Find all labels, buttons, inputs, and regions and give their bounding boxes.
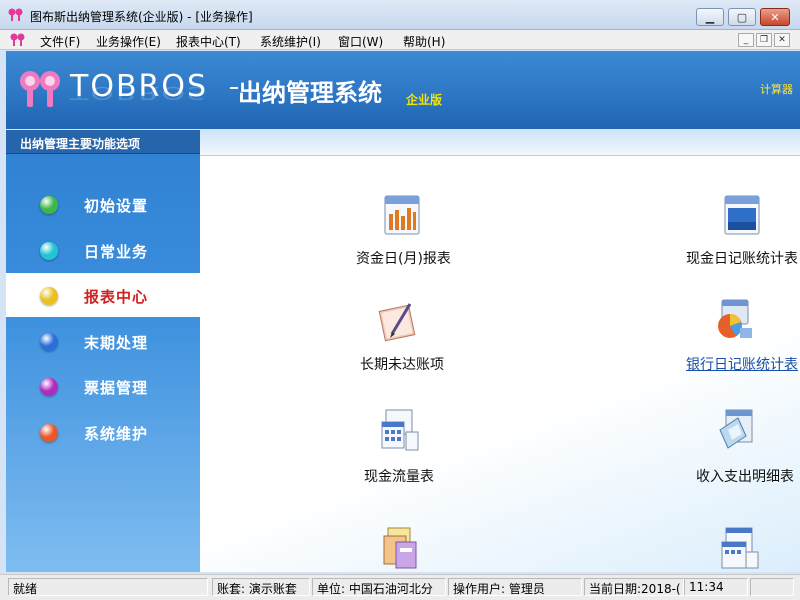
window-title: 图布斯出纳管理系统(企业版) - [业务操作] xyxy=(30,10,253,24)
status-state: 就绪 xyxy=(8,578,208,596)
menu-reports[interactable]: 报表中心(T) xyxy=(176,33,241,50)
status-bar: 就绪 账套: 演示账套 单位: 中国石油河北分 操作用户: 管理员 当前日期:2… xyxy=(0,574,800,600)
status-user: 操作用户: 管理员 xyxy=(448,578,582,596)
status-time: 11:34 xyxy=(684,578,748,596)
status-date: 当前日期:2018-( xyxy=(584,578,684,596)
function-label[interactable]: 现金日记账统计表 xyxy=(686,248,798,268)
maximize-button[interactable]: ▢ xyxy=(728,8,756,26)
edition-label: 企业版 xyxy=(406,93,443,107)
title-bar: 图布斯出纳管理系统(企业版) - [业务操作] ▁ ▢ ✕ xyxy=(0,0,800,30)
menu-file[interactable]: 文件(F) xyxy=(40,33,80,50)
minimize-button[interactable]: ▁ xyxy=(696,8,724,26)
mdi-restore-button[interactable]: ❐ xyxy=(756,33,772,47)
cash-journal-icon[interactable] xyxy=(722,192,762,236)
close-button[interactable]: ✕ xyxy=(760,8,790,26)
calendar-stack-icon-2[interactable] xyxy=(720,526,760,570)
function-label[interactable]: 资金日(月)报表 xyxy=(356,248,451,268)
sidebar-header-label: 出纳管理主要功能选项 xyxy=(20,137,141,151)
nav-orb-icon xyxy=(40,423,58,442)
calendar-stack-icon[interactable] xyxy=(380,408,420,452)
function-label[interactable]: 长期未达账项 xyxy=(360,354,444,374)
sidebar-item-period-end[interactable]: 末期处理 xyxy=(6,319,200,363)
sidebar: 出纳管理主要功能选项 初始设置日常业务报表中心末期处理票据管理系统维护 xyxy=(6,130,200,572)
close-icon: ✕ xyxy=(770,10,780,24)
sidebar-item-daily-business[interactable]: 日常业务 xyxy=(6,228,200,272)
sidebar-item-label: 系统维护 xyxy=(84,424,149,443)
sidebar-item-report-center[interactable]: 报表中心 xyxy=(6,273,200,317)
menu-help[interactable]: 帮助(H) xyxy=(403,33,445,50)
nav-orb-icon xyxy=(40,287,58,305)
menu-window[interactable]: 窗口(W) xyxy=(338,33,383,50)
sidebar-header: 出纳管理主要功能选项 xyxy=(6,130,200,154)
bank-journal-icon[interactable] xyxy=(714,298,754,342)
content-tab-bar xyxy=(200,130,800,156)
mdi-app-icon[interactable] xyxy=(10,33,26,47)
brand-reflection: TOBROS xyxy=(70,82,209,103)
function-label[interactable]: 收入支出明细表 xyxy=(696,466,794,486)
sidebar-item-label: 票据管理 xyxy=(84,379,149,397)
calculator-link[interactable]: 计算器 xyxy=(760,81,793,97)
sidebar-item-label: 报表中心 xyxy=(84,288,149,306)
nav-orb-icon xyxy=(40,196,58,214)
minimize-icon: ▁ xyxy=(705,10,715,24)
menu-business[interactable]: 业务操作(E) xyxy=(96,33,161,50)
sidebar-item-system-maintenance[interactable]: 系统维护 xyxy=(6,410,200,454)
nav-orb-icon xyxy=(40,241,58,260)
function-label[interactable]: 银行日记账统计表 xyxy=(686,354,798,374)
nav-orb-icon xyxy=(40,332,58,351)
app-banner: TOBROS TOBROS 出纳管理系统 企业版 计算器 xyxy=(6,51,800,129)
menu-bar: 文件(F) 业务操作(E) 报表中心(T) 系统维护(I) 窗口(W) 帮助(H… xyxy=(0,30,800,50)
mdi-minimize-button[interactable]: _ xyxy=(738,33,754,47)
income-expense-icon[interactable] xyxy=(716,408,756,452)
status-account: 账套: 演示账套 xyxy=(212,578,310,596)
brand-dash xyxy=(230,87,238,89)
document-stack-icon[interactable] xyxy=(380,526,420,570)
status-unit: 单位: 中国石油河北分 xyxy=(312,578,446,596)
tobros-logo-icon xyxy=(20,71,60,107)
sidebar-item-bills[interactable]: 票据管理 xyxy=(6,364,200,408)
app-logo-icon xyxy=(8,8,23,21)
sidebar-item-label: 日常业务 xyxy=(84,242,149,261)
maximize-icon: ▢ xyxy=(736,10,748,24)
menu-maintenance[interactable]: 系统维护(I) xyxy=(260,33,321,50)
status-extra xyxy=(750,578,794,596)
pen-paper-icon[interactable] xyxy=(378,298,418,342)
mdi-close-button[interactable]: ✕ xyxy=(774,33,790,47)
sidebar-item-initial-setup[interactable]: 初始设置 xyxy=(6,182,200,226)
product-name: 出纳管理系统 xyxy=(238,79,382,107)
bar-report-icon[interactable] xyxy=(382,192,422,236)
sidebar-item-label: 初始设置 xyxy=(84,197,149,215)
nav-orb-icon xyxy=(40,378,58,396)
function-label[interactable]: 现金流量表 xyxy=(364,466,434,486)
sidebar-item-label: 末期处理 xyxy=(84,333,149,352)
main-content: 资金日(月)报表 现金日记账统计表长期未达账项 银行日记账统计表现金流量表 收入支出明… xyxy=(200,130,800,572)
